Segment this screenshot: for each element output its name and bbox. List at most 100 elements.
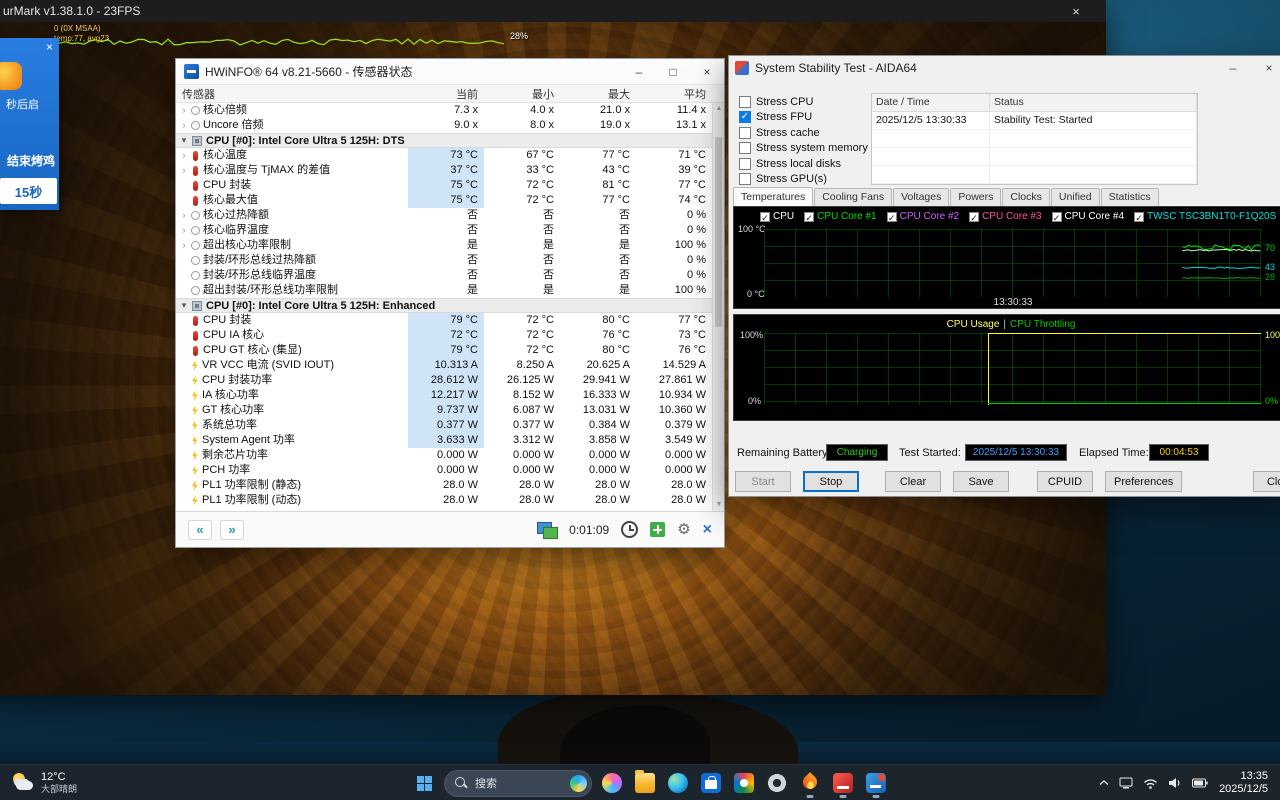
checkbox-icon[interactable]: ✓	[739, 111, 751, 123]
series-toggle[interactable]: ✓TWSC TSC3BN1T0-F1Q20S	[1134, 211, 1276, 222]
hwinfo-section-header[interactable]: ▾CPU [#0]: Intel Core Ultra 5 125H: DTS	[176, 133, 712, 148]
tab-cooling-fans[interactable]: Cooling Fans	[814, 188, 892, 207]
save-button[interactable]: Save	[953, 471, 1009, 492]
column-max[interactable]: 最大	[560, 86, 636, 102]
hwinfo-section-header[interactable]: ▾CPU [#0]: Intel Core Ultra 5 125H: Enha…	[176, 298, 712, 313]
vertical-scrollbar[interactable]: ▲ ▼	[712, 103, 724, 511]
sensor-row[interactable]: GT 核心功率9.737 W6.087 W13.031 W10.360 W	[176, 403, 712, 418]
stress-option[interactable]: Stress system memory	[739, 141, 868, 157]
tab-unified[interactable]: Unified	[1051, 188, 1100, 207]
scroll-up-icon[interactable]: ▲	[713, 103, 724, 115]
aida64-titlebar[interactable]: System Stability Test - AIDA64 – ×	[729, 56, 1280, 80]
taskbar-weather-widget[interactable]: 12°C 大部晴朗	[4, 765, 85, 800]
sensor-row[interactable]: CPU 封装功率28.612 W26.125 W29.941 W27.861 W	[176, 373, 712, 388]
back-icon[interactable]: «	[188, 520, 212, 540]
chevron-up-icon[interactable]	[1094, 769, 1114, 797]
close-icon[interactable]: ×	[46, 40, 53, 54]
checkbox-icon[interactable]	[739, 158, 751, 170]
sensors-icon[interactable]	[537, 522, 557, 538]
checkbox-icon[interactable]	[739, 142, 751, 154]
sensor-row[interactable]: ›核心倍频7.3 x4.0 x21.0 x11.4 x	[176, 103, 712, 118]
checkbox-icon[interactable]: ✓	[1052, 212, 1062, 222]
monitor-icon[interactable]	[1114, 769, 1138, 797]
checkbox-icon[interactable]: ✓	[1134, 212, 1144, 222]
checkbox-icon[interactable]: ✓	[969, 212, 979, 222]
taskbar-app-store[interactable]	[695, 767, 726, 799]
sensor-row[interactable]: 核心最大值75 °C72 °C77 °C74 °C	[176, 193, 712, 208]
column-avg[interactable]: 平均	[636, 86, 712, 102]
sensor-row[interactable]: CPU GT 核心 (集显)79 °C72 °C80 °C76 °C	[176, 343, 712, 358]
taskbar-app-hwinfo[interactable]	[860, 767, 891, 799]
sensor-row[interactable]: PL1 功率限制 (静态)28.0 W28.0 W28.0 W28.0 W	[176, 478, 712, 493]
helper-seconds-button[interactable]: 15秒	[0, 178, 57, 204]
tab-temperatures[interactable]: Temperatures	[733, 187, 813, 206]
taskbar-search-box[interactable]: 搜索	[444, 770, 592, 797]
series-toggle[interactable]: ✓CPU	[760, 211, 794, 222]
sensor-row[interactable]: System Agent 功率3.633 W3.312 W3.858 W3.54…	[176, 433, 712, 448]
sensor-row[interactable]: CPU 封装75 °C72 °C81 °C77 °C	[176, 178, 712, 193]
stress-option[interactable]: Stress CPU	[739, 94, 868, 110]
clear-button[interactable]: Clear	[885, 471, 941, 492]
start-button[interactable]: Start	[735, 471, 791, 492]
minimize-icon[interactable]: –	[622, 59, 656, 85]
sensor-row[interactable]: PCH 功率0.000 W0.000 W0.000 W0.000 W	[176, 463, 712, 478]
taskbar-app-edge[interactable]	[662, 767, 693, 799]
column-min[interactable]: 最小	[484, 86, 560, 102]
series-toggle[interactable]: ✓CPU Core #4	[1052, 211, 1124, 222]
close-icon[interactable]: ×	[1060, 0, 1092, 22]
sensor-row[interactable]: ›核心过热降额否否否0 %	[176, 208, 712, 223]
sensor-row[interactable]: 封装/环形总线过热降额否否否0 %	[176, 253, 712, 268]
sensor-row[interactable]: IA 核心功率12.217 W8.152 W16.333 W10.934 W	[176, 388, 712, 403]
sensor-row[interactable]: 剩余芯片功率0.000 W0.000 W0.000 W0.000 W	[176, 448, 712, 463]
gear-icon[interactable]: ⚙	[677, 522, 690, 537]
sensor-row[interactable]: 封装/环形总线临界温度否否否0 %	[176, 268, 712, 283]
sensor-row[interactable]: ›核心温度73 °C67 °C77 °C71 °C	[176, 148, 712, 163]
stress-option[interactable]: ✓Stress FPU	[739, 110, 868, 126]
sensor-row[interactable]: ›Uncore 倍频9.0 x8.0 x19.0 x13.1 x	[176, 118, 712, 133]
taskbar-app-aida64[interactable]	[827, 767, 858, 799]
sensor-row[interactable]: ›核心温度与 TjMAX 的差值37 °C33 °C43 °C39 °C	[176, 163, 712, 178]
sensor-row[interactable]: CPU IA 核心72 °C72 °C76 °C73 °C	[176, 328, 712, 343]
start-button[interactable]	[408, 767, 440, 799]
taskbar-app-file-explorer[interactable]	[629, 767, 660, 799]
tab-voltages[interactable]: Voltages	[893, 188, 949, 207]
sensor-row[interactable]: CPU 封装79 °C72 °C80 °C77 °C	[176, 313, 712, 328]
checkbox-icon[interactable]: ✓	[887, 212, 897, 222]
stress-option[interactable]: Stress GPU(s)	[739, 172, 868, 188]
taskbar-app-photos[interactable]	[728, 767, 759, 799]
checkbox-icon[interactable]	[739, 173, 751, 185]
taskbar-app-copilot[interactable]	[596, 767, 627, 799]
tab-powers[interactable]: Powers	[950, 188, 1001, 207]
stress-option[interactable]: Stress cache	[739, 125, 868, 141]
battery-icon[interactable]	[1187, 769, 1213, 797]
tab-clocks[interactable]: Clocks	[1002, 188, 1050, 207]
scroll-down-icon[interactable]: ▼	[713, 499, 724, 511]
hwinfo-titlebar[interactable]: HWiNFO® 64 v8.21-5660 - 传感器状态 – □ ×	[176, 59, 724, 85]
wifi-icon[interactable]	[1138, 769, 1163, 797]
clock-icon[interactable]	[621, 521, 638, 538]
checkbox-icon[interactable]: ✓	[804, 212, 814, 222]
furmark-titlebar[interactable]: urMark v1.38.1.0 - 23FPS ×	[0, 0, 1106, 22]
cpuid-button[interactable]: CPUID	[1037, 471, 1093, 492]
sensor-row[interactable]: ›核心临界温度否否否0 %	[176, 223, 712, 238]
cpu-usage-label[interactable]: CPU Usage	[947, 319, 1000, 330]
sensor-row[interactable]: ›超出核心功率限制是是是100 %	[176, 238, 712, 253]
report-icon[interactable]	[650, 522, 665, 537]
series-toggle[interactable]: ✓CPU Core #3	[969, 211, 1041, 222]
taskbar-clock[interactable]: 13:35 2025/12/5	[1213, 770, 1274, 796]
tab-statistics[interactable]: Statistics	[1101, 188, 1159, 207]
column-current[interactable]: 当前	[408, 86, 484, 102]
scrollbar-thumb[interactable]	[715, 137, 722, 327]
close-button[interactable]: Close	[1253, 471, 1280, 492]
checkbox-icon[interactable]	[739, 96, 751, 108]
sensor-row[interactable]: PL1 功率限制 (动态)28.0 W28.0 W28.0 W28.0 W	[176, 493, 712, 508]
taskbar-app-settings[interactable]	[761, 767, 792, 799]
checkbox-icon[interactable]	[739, 127, 751, 139]
close-icon[interactable]: ×	[690, 59, 724, 85]
forward-icon[interactable]: »	[220, 520, 244, 540]
stress-option[interactable]: Stress local disks	[739, 156, 868, 172]
close-icon[interactable]: ×	[1251, 56, 1280, 80]
maximize-icon[interactable]: □	[656, 59, 690, 85]
cpu-throttling-label[interactable]: CPU Throttling	[1010, 319, 1075, 330]
series-toggle[interactable]: ✓CPU Core #1	[804, 211, 876, 222]
